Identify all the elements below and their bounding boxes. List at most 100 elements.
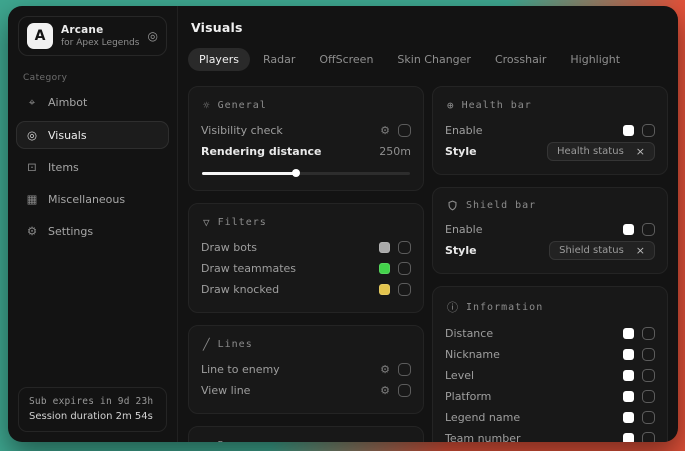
gear-icon[interactable]: ⚙ xyxy=(380,125,390,136)
shield-icon xyxy=(447,200,458,211)
health-style-select[interactable]: Health status × xyxy=(547,142,655,161)
color-swatch[interactable] xyxy=(623,224,634,235)
app-logo: A xyxy=(27,23,53,49)
sidebar-item-label: Settings xyxy=(48,225,93,238)
health-enable-checkbox[interactable] xyxy=(642,124,655,137)
platform-checkbox[interactable] xyxy=(642,390,655,403)
level-label: Level xyxy=(445,369,623,382)
app-identity: Arcane for Apex Legends xyxy=(61,24,140,48)
cube-icon: ⊡ xyxy=(25,160,39,174)
target-icon[interactable]: ◎ xyxy=(148,29,158,43)
platform-row: Platform xyxy=(445,386,655,407)
distance-label: Distance xyxy=(445,327,623,340)
session-duration-text: Session duration 2m 54s xyxy=(29,411,156,422)
draw-bots-label: Draw bots xyxy=(201,241,379,254)
tab-bar: Players Radar OffScreen Skin Changer Cro… xyxy=(188,48,669,71)
rendering-distance-label: Rendering distance xyxy=(201,145,379,158)
color-swatch[interactable] xyxy=(623,349,634,360)
section-title: General xyxy=(218,100,267,111)
box-card: ▣ Box Enable Enable background xyxy=(188,426,424,442)
sidebar-item-label: Miscellaneous xyxy=(48,193,125,206)
color-swatch[interactable] xyxy=(379,242,390,253)
sidebar-nav: ⌖ Aimbot ◎ Visuals ⊡ Items ▦ Miscellaneo… xyxy=(8,86,177,247)
information-header: ⓘ Information xyxy=(447,299,655,315)
app-window: A Arcane for Apex Legends ◎ Category ⌖ A… xyxy=(8,6,678,442)
shield-style-select[interactable]: Shield status × xyxy=(549,241,655,260)
gear-icon[interactable]: ⚙ xyxy=(380,385,390,396)
visibility-check-checkbox[interactable] xyxy=(398,124,411,137)
team-number-row: Team number xyxy=(445,428,655,442)
distance-checkbox[interactable] xyxy=(642,327,655,340)
section-title: Shield bar xyxy=(466,200,536,211)
tab-offscreen[interactable]: OffScreen xyxy=(308,48,384,71)
rendering-distance-slider[interactable] xyxy=(202,169,410,178)
draw-teammates-row: Draw teammates xyxy=(201,258,411,279)
main-panel: Visuals Players Radar OffScreen Skin Cha… xyxy=(178,6,678,442)
tab-radar[interactable]: Radar xyxy=(252,48,306,71)
draw-knocked-checkbox[interactable] xyxy=(398,283,411,296)
color-swatch[interactable] xyxy=(623,125,634,136)
view-line-checkbox[interactable] xyxy=(398,384,411,397)
line-to-enemy-label: Line to enemy xyxy=(201,363,380,376)
shield-enable-row: Enable xyxy=(445,219,655,240)
sidebar-item-miscellaneous[interactable]: ▦ Miscellaneous xyxy=(16,185,169,213)
color-swatch[interactable] xyxy=(623,328,634,339)
sidebar-item-items[interactable]: ⊡ Items xyxy=(16,153,169,181)
tab-players[interactable]: Players xyxy=(188,48,250,71)
shield-style-row: Style Shield status × xyxy=(445,240,655,261)
legend-name-row: Legend name xyxy=(445,407,655,428)
slider-thumb[interactable] xyxy=(292,169,300,177)
crosshair-icon: ⌖ xyxy=(25,95,39,110)
level-row: Level xyxy=(445,365,655,386)
draw-bots-row: Draw bots xyxy=(201,237,411,258)
close-icon[interactable]: × xyxy=(636,245,645,256)
shield-enable-checkbox[interactable] xyxy=(642,223,655,236)
team-number-checkbox[interactable] xyxy=(642,432,655,442)
health-bar-card: ⊕ Health bar Enable Style Health stat xyxy=(432,86,668,175)
sidebar-item-aimbot[interactable]: ⌖ Aimbot xyxy=(16,88,169,117)
tab-skin-changer[interactable]: Skin Changer xyxy=(386,48,482,71)
draw-teammates-label: Draw teammates xyxy=(201,262,379,275)
general-card: ☼ General Visibility check ⚙ Rendering d… xyxy=(188,86,424,191)
line-to-enemy-checkbox[interactable] xyxy=(398,363,411,376)
level-checkbox[interactable] xyxy=(642,369,655,382)
sidebar: A Arcane for Apex Legends ◎ Category ⌖ A… xyxy=(8,6,178,442)
logo-card: A Arcane for Apex Legends ◎ xyxy=(18,16,167,56)
scan-icon: ◎ xyxy=(25,128,39,142)
sidebar-item-label: Visuals xyxy=(48,129,87,142)
health-style-label: Style xyxy=(445,145,547,158)
gear-icon: ⚙ xyxy=(25,224,39,238)
nickname-checkbox[interactable] xyxy=(642,348,655,361)
section-title: Lines xyxy=(218,339,253,350)
close-icon[interactable]: × xyxy=(636,146,645,157)
health-enable-row: Enable xyxy=(445,120,655,141)
draw-teammates-checkbox[interactable] xyxy=(398,262,411,275)
sidebar-item-visuals[interactable]: ◎ Visuals xyxy=(16,121,169,149)
section-title: Box xyxy=(218,440,239,442)
color-swatch[interactable] xyxy=(623,370,634,381)
color-swatch[interactable] xyxy=(379,263,390,274)
section-title: Filters xyxy=(218,217,267,228)
gear-icon[interactable]: ⚙ xyxy=(380,364,390,375)
color-swatch[interactable] xyxy=(623,391,634,402)
color-swatch[interactable] xyxy=(379,284,390,295)
color-swatch[interactable] xyxy=(623,433,634,442)
tab-crosshair[interactable]: Crosshair xyxy=(484,48,557,71)
shield-bar-header: Shield bar xyxy=(447,200,655,211)
information-card: ⓘ Information Distance Nickname xyxy=(432,286,668,442)
sidebar-item-settings[interactable]: ⚙ Settings xyxy=(16,217,169,245)
legend-name-label: Legend name xyxy=(445,411,623,424)
grid-icon: ▦ xyxy=(25,192,39,206)
section-title: Information xyxy=(466,302,543,313)
funnel-icon: ▽ xyxy=(203,216,210,229)
draw-knocked-row: Draw knocked xyxy=(201,279,411,300)
color-swatch[interactable] xyxy=(623,412,634,423)
draw-bots-checkbox[interactable] xyxy=(398,241,411,254)
lines-header: ╱ Lines xyxy=(203,338,411,351)
shield-style-value: Shield status xyxy=(559,245,624,256)
legend-name-checkbox[interactable] xyxy=(642,411,655,424)
distance-row: Distance xyxy=(445,323,655,344)
nickname-row: Nickname xyxy=(445,344,655,365)
view-line-row: View line ⚙ xyxy=(201,380,411,401)
tab-highlight[interactable]: Highlight xyxy=(559,48,631,71)
